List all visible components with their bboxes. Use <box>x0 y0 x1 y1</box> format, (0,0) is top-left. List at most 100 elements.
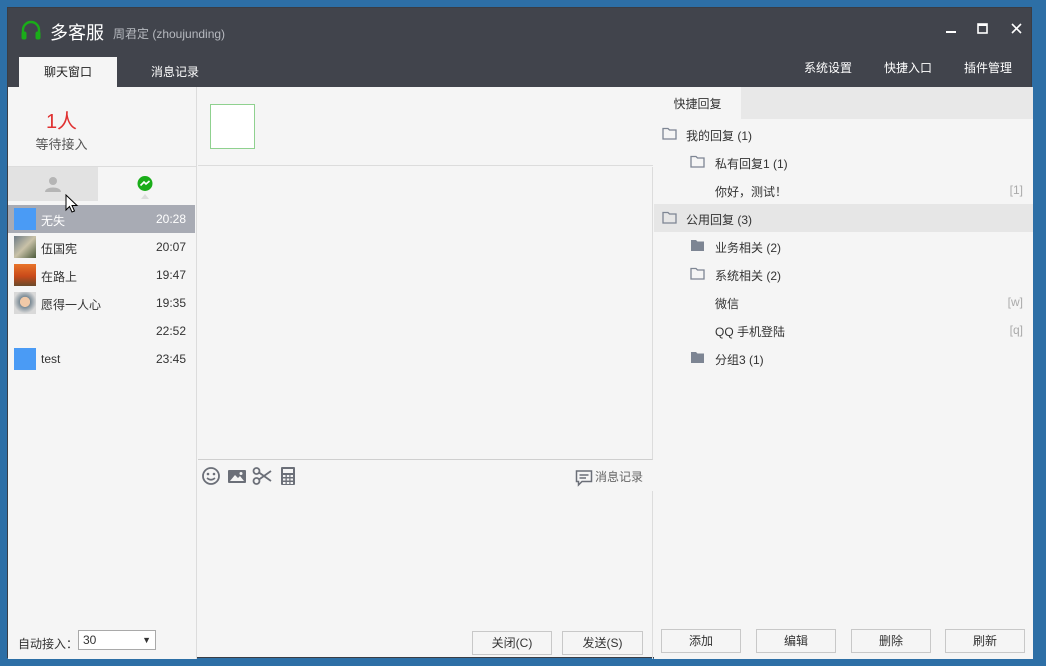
folder-closed-icon <box>691 240 704 251</box>
folder-open-icon <box>690 155 705 168</box>
tree-folder-system[interactable]: 系统相关 (2) <box>654 260 1033 288</box>
app-title: 多客服 <box>50 23 104 43</box>
tree-label: 系统相关 (2) <box>715 269 782 283</box>
list-item[interactable]: 无失 20:28 <box>8 205 195 233</box>
mouse-cursor-icon <box>65 194 79 213</box>
title-bar: 多客服 周君定 (zhoujunding) 聊天窗口 消息记录 系统设置 快捷入… <box>8 8 1031 87</box>
minimize-button[interactable] <box>938 16 964 42</box>
message-history-label: 消息记录 <box>594 470 643 484</box>
avatar <box>14 208 36 230</box>
session-time: 20:07 <box>155 240 186 254</box>
customer-avatar[interactable] <box>210 104 255 149</box>
tree-label: 公用回复 (3) <box>686 213 753 227</box>
chat-header <box>198 87 653 166</box>
list-item[interactable]: 愿得一人心 19:35 <box>8 289 195 317</box>
tree-label: 我的回复 (1) <box>686 129 753 143</box>
scissors-icon[interactable] <box>252 466 272 486</box>
shortcut-key: [w] <box>1007 295 1023 309</box>
folder-open-icon <box>662 127 677 140</box>
tree-folder-private-reply[interactable]: 私有回复1 (1) <box>654 148 1033 176</box>
session-time: 23:45 <box>155 352 186 366</box>
tab-messages[interactable] <box>98 167 188 201</box>
shortcut-key: [1] <box>1009 183 1023 197</box>
minimize-icon <box>946 31 956 33</box>
refresh-button[interactable]: 刷新 <box>945 629 1025 653</box>
tree-label: 分组3 (1) <box>715 353 764 367</box>
emoji-icon[interactable] <box>201 466 221 486</box>
maximize-button[interactable] <box>969 16 995 42</box>
tree-item-hello-test[interactable]: 你好，测试！ [1] <box>654 176 1033 204</box>
system-settings-link[interactable]: 系统设置 <box>804 58 852 78</box>
tree-folder-public-replies[interactable]: 公用回复 (3) <box>654 204 1033 232</box>
close-window-button[interactable] <box>1003 16 1029 42</box>
headset-logo-icon <box>21 20 41 40</box>
session-name: test <box>41 352 61 366</box>
quick-reply-tree: 我的回复 (1) 私有回复1 (1) 你好，测试！ [1] 公用回复 (3) 业… <box>654 120 1033 372</box>
session-time: 19:35 <box>155 296 186 310</box>
delete-reply-button[interactable]: 删除 <box>851 629 931 653</box>
folder-open-icon <box>690 267 705 280</box>
tree-label: 业务相关 (2) <box>715 241 782 255</box>
message-input[interactable]: 关闭(C) 发送(S) <box>198 491 653 659</box>
tab-contacts[interactable] <box>8 167 98 201</box>
active-tab-caret-icon <box>141 194 149 199</box>
list-item[interactable]: 22:52 <box>8 317 195 345</box>
chat-bubble-icon <box>575 470 593 487</box>
maximize-icon <box>976 23 988 34</box>
input-toolbar: 消息记录 <box>198 461 653 491</box>
auto-accept-value: 30 <box>83 633 97 647</box>
add-reply-button[interactable]: 添加 <box>661 629 741 653</box>
session-name: 伍国宪 <box>41 242 78 256</box>
avatar <box>14 264 36 286</box>
send-button[interactable]: 发送(S) <box>562 631 643 655</box>
person-icon <box>45 177 61 192</box>
session-list: 无失 20:28 伍国宪 20:07 在路上 19:47 愿得一人心 19:35… <box>8 205 197 373</box>
message-history-link[interactable]: 消息记录 <box>575 468 643 487</box>
edit-reply-button[interactable]: 编辑 <box>756 629 836 653</box>
tree-folder-my-replies[interactable]: 我的回复 (1) <box>654 120 1033 148</box>
tree-folder-business[interactable]: 业务相关 (2) <box>654 232 1033 260</box>
session-name: 无失 <box>41 214 66 228</box>
tree-folder-group3[interactable]: 分组3 (1) <box>654 344 1033 372</box>
close-chat-button[interactable]: 关闭(C) <box>472 631 552 655</box>
calculator-icon[interactable] <box>278 466 298 486</box>
folder-open-icon <box>662 211 677 224</box>
close-icon <box>1010 23 1022 34</box>
image-icon[interactable] <box>227 466 247 486</box>
tree-label: 私有回复1 (1) <box>715 157 788 171</box>
avatar <box>14 292 36 314</box>
tree-label: QQ 手机登陆 <box>715 325 786 339</box>
session-time: 20:28 <box>155 212 186 226</box>
chat-panel: 消息记录 关闭(C) 发送(S) <box>198 87 653 659</box>
auto-accept-label: 自动接入： <box>18 637 79 651</box>
plugin-management-link[interactable]: 插件管理 <box>964 58 1012 78</box>
message-area[interactable] <box>198 167 653 460</box>
session-panel: 1人 等待接入 无失 20:28 伍国宪 20:07 在路上 19:47 愿得一… <box>8 87 197 659</box>
avatar <box>14 348 36 370</box>
tab-chat-window[interactable]: 聊天窗口 <box>19 57 117 87</box>
messenger-icon <box>137 176 153 191</box>
list-item[interactable]: test 23:45 <box>8 345 195 373</box>
session-name: 在路上 <box>41 270 78 284</box>
session-time: 19:47 <box>155 268 186 282</box>
tree-item-qq-mobile-login[interactable]: QQ 手机登陆 [q] <box>654 316 1033 344</box>
quick-entry-link[interactable]: 快捷入口 <box>884 58 932 78</box>
tab-quick-reply[interactable]: 快捷回复 <box>654 87 741 119</box>
auto-accept-select[interactable]: 30 ▼ <box>78 630 156 650</box>
shortcut-key: [q] <box>1009 323 1023 337</box>
current-user: 周君定 (zhoujunding) <box>113 27 226 41</box>
waiting-count[interactable]: 1人 <box>8 105 115 134</box>
chevron-down-icon: ▼ <box>142 635 151 645</box>
waiting-label: 等待接入 <box>35 137 88 152</box>
tree-label: 你好，测试！ <box>715 185 788 199</box>
list-item[interactable]: 在路上 19:47 <box>8 261 195 289</box>
session-time: 22:52 <box>155 324 186 338</box>
folder-closed-icon <box>691 352 704 363</box>
quick-reply-tabbar: 快捷回复 <box>654 87 1033 119</box>
avatar <box>14 236 36 258</box>
list-item[interactable]: 伍国宪 20:07 <box>8 233 195 261</box>
session-name: 愿得一人心 <box>41 298 102 312</box>
tree-item-wechat[interactable]: 微信 [w] <box>654 288 1033 316</box>
main-window: 多客服 周君定 (zhoujunding) 聊天窗口 消息记录 系统设置 快捷入… <box>7 7 1033 659</box>
tab-message-records[interactable]: 消息记录 <box>126 57 224 87</box>
